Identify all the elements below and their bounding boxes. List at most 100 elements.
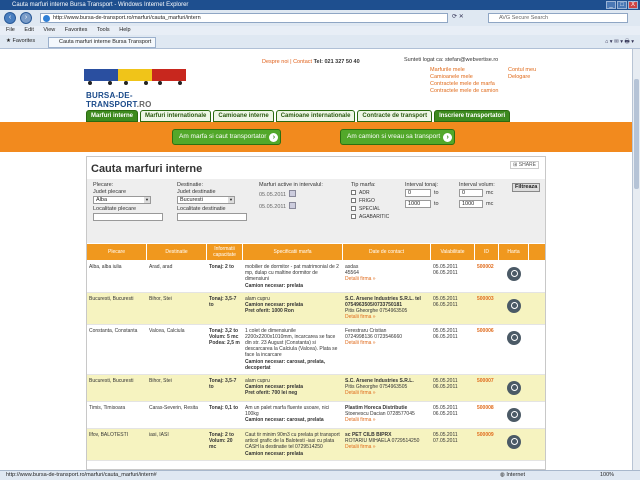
pickup-city-input[interactable] (93, 213, 163, 221)
volume-from-input[interactable]: 0 (459, 189, 483, 197)
col-header[interactable]: Destinatie (147, 244, 207, 260)
cell-id[interactable]: 500008 (475, 402, 499, 428)
menu-file[interactable]: File (6, 27, 15, 33)
cell-spec: Caut tir minim 90m3 cu prelata pt transp… (243, 429, 343, 460)
ie-icon (43, 15, 50, 22)
cell-capacity: Tonaj: 3,2 to Volum: 5 mc Podea: 2,5 m (209, 327, 240, 347)
filter-button[interactable]: Filtreaza (512, 183, 541, 192)
menu-bar: File Edit View Favorites Tools Help (0, 26, 640, 35)
command-bar-icons[interactable]: ⌂ ▾ ✉ ▾ 🖶 ▾ (605, 38, 634, 47)
map-search-icon[interactable] (507, 381, 521, 396)
col-header[interactable]: ID (475, 244, 499, 260)
tab-marfuri-internationale[interactable]: Marfuri internationale (140, 110, 212, 122)
minimize-button[interactable]: _ (606, 1, 616, 9)
col-header[interactable]: Date de contact (343, 244, 431, 260)
cell-pickup: Timis, Timisoara (89, 405, 126, 412)
site-logo[interactable]: BURSA-DE-TRANSPORT.RO (84, 69, 194, 109)
status-url: http://www.bursa-de-transport.ro/marfuri… (6, 472, 157, 478)
scrollbar-thumb[interactable] (634, 79, 639, 189)
volume-to-input[interactable]: 1000 (459, 200, 483, 208)
link-my-trucks[interactable]: Camioanele mele (430, 74, 498, 81)
zoom-level[interactable]: 100% (600, 471, 614, 480)
link-my-truck-contracts[interactable]: Contractele mele de camion (430, 88, 498, 95)
checkbox-frigo[interactable]: FRIGO (351, 198, 375, 204)
menu-favorites[interactable]: Favorites (65, 27, 88, 33)
details-link[interactable]: Detalii firma » (345, 390, 429, 396)
type-label: Tip marfa: (351, 182, 376, 188)
back-button[interactable]: ‹ (4, 12, 16, 24)
map-search-icon[interactable] (507, 330, 521, 345)
cell-id[interactable]: 500003 (475, 293, 499, 324)
map-search-icon[interactable] (507, 435, 521, 450)
details-link[interactable]: Detalii firma » (345, 314, 429, 320)
menu-view[interactable]: View (43, 27, 55, 33)
table-row: Bucuresti, Bucuresti Bihor, Stei Tonaj: … (87, 375, 545, 403)
map-search-icon[interactable] (507, 298, 521, 313)
forward-button[interactable]: › (20, 12, 32, 24)
favorites-label: Favorites (12, 38, 36, 44)
spec-text: Caut tir minim 90m3 cu prelata pt transp… (245, 432, 340, 451)
pickup-county-select[interactable]: Alba ▼ (93, 196, 151, 204)
col-header[interactable]: Valabilitate (431, 244, 475, 260)
checkbox-agabaritic[interactable]: AGABARITIC (351, 214, 389, 220)
cell-id[interactable]: 500009 (475, 429, 499, 460)
about-contact-links[interactable]: Despre noi | Contact (262, 59, 312, 65)
maximize-button[interactable]: □ (617, 1, 627, 9)
tab-contracte-transport[interactable]: Contracte de transport (357, 110, 433, 122)
vertical-scrollbar[interactable] (632, 49, 640, 470)
close-button[interactable]: X (628, 1, 638, 9)
details-link[interactable]: Detalii firma » (345, 444, 429, 450)
tonnage-to-input[interactable]: 1000 (405, 200, 431, 208)
col-header[interactable]: Harta (499, 244, 529, 260)
date-from[interactable]: 05.05.2011 (259, 192, 286, 198)
calendar-icon[interactable] (289, 190, 296, 197)
link-my-goods-contracts[interactable]: Contractele mele de marfa (430, 81, 498, 88)
details-link[interactable]: Detalii firma » (345, 276, 429, 282)
cell-id[interactable]: 500002 (475, 261, 499, 292)
menu-edit[interactable]: Edit (24, 27, 33, 33)
col-header[interactable]: Informatii capacitate (207, 244, 243, 260)
refresh-stop-icons[interactable]: ⟳ ✕ (452, 13, 482, 23)
tab-inscriere-transportatori[interactable]: Inscriere transportatori (434, 110, 511, 122)
tonnage-from-input[interactable]: 0 (405, 189, 431, 197)
col-header[interactable]: Plecare (87, 244, 147, 260)
cell-capacity: Tonaj: 3,5-7 to (209, 295, 237, 309)
details-link[interactable]: Detalii firma » (345, 417, 429, 423)
link-logout[interactable]: Delogare (508, 74, 536, 81)
menu-tools[interactable]: Tools (97, 27, 110, 33)
cta-have-goods-button[interactable]: Am marfa si caut transportator › (172, 129, 282, 145)
details-link[interactable]: Detalii firma » (345, 340, 429, 346)
calendar-icon[interactable] (289, 202, 296, 209)
link-my-account[interactable]: Contul meu (508, 67, 536, 74)
interval-label: Marfuri active in intervalul: (259, 182, 323, 188)
cell-contact: sc PET CILB BIPRX ROTARIU MIHAELA 0729514… (343, 429, 431, 460)
col-header[interactable]: Specificatii marfa (243, 244, 343, 260)
dest-county-select[interactable]: Bucuresti ▼ (177, 196, 235, 204)
cell-id[interactable]: 500006 (475, 325, 499, 374)
date-to[interactable]: 05.05.2011 (259, 204, 286, 210)
tab-marfuri-interne[interactable]: Marfuri interne (86, 110, 139, 122)
map-search-icon[interactable] (507, 267, 521, 281)
cta-have-truck-button[interactable]: Am camion si vreau sa transport › (340, 129, 456, 145)
top-links[interactable]: Despre noi | Contact Tel: 021 327 50 40 (262, 59, 360, 65)
tab-camioane-internationale[interactable]: Camioane internationale (275, 110, 356, 122)
link-my-goods[interactable]: Marfurile mele (430, 67, 498, 74)
spec-text: Am un palet marfa fluente usoare, nici 1… (245, 405, 330, 418)
cell-id[interactable]: 500007 (475, 375, 499, 401)
map-search-icon[interactable] (507, 408, 521, 423)
share-button[interactable]: ⊞ SHARE (510, 161, 539, 169)
favorites-button[interactable]: ★ Favorites (6, 38, 35, 44)
checkbox-adr[interactable]: ADR (351, 190, 370, 196)
phone-number: Tel: 021 327 50 40 (313, 59, 360, 65)
dest-city-input[interactable] (177, 213, 247, 221)
url-input[interactable]: http://www.bursa-de-transport.ro/marfuri… (40, 13, 448, 23)
cta-have-goods-label: Am marfa si caut transportator (179, 133, 267, 140)
menu-help[interactable]: Help (119, 27, 130, 33)
dest-county-value: Bucuresti (180, 197, 203, 203)
search-input[interactable]: AVG Secure Search (488, 13, 628, 23)
tab-camioane-interne[interactable]: Camioane interne (213, 110, 274, 122)
cell-contact: asdas 45564 Detalii firma » (343, 261, 431, 292)
checkbox-special[interactable]: SPECIAL (351, 206, 380, 212)
browser-tab[interactable]: Cauta marfuri interne Bursa Transport (48, 37, 156, 48)
checkbox-frigo-label: FRIGO (359, 198, 375, 204)
